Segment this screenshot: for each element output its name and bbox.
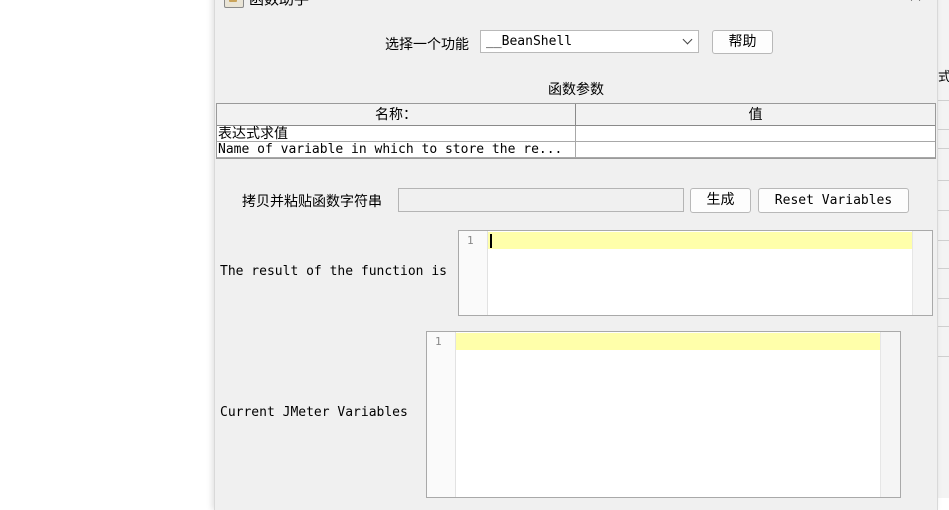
- reset-variables-button[interactable]: Reset Variables: [758, 188, 909, 213]
- line-number-gutter: 1: [427, 332, 456, 497]
- line-number: 1: [467, 234, 474, 247]
- current-line-highlight: [456, 333, 880, 350]
- current-line-highlight: [488, 232, 912, 249]
- line-number-gutter: 1: [459, 231, 488, 315]
- copy-string-label: 拷贝并粘贴函数字符串: [242, 194, 382, 210]
- vertical-scrollbar[interactable]: [880, 332, 900, 497]
- result-label: The result of the function is: [220, 264, 447, 279]
- dialog-title: 函数助手: [249, 0, 309, 9]
- line-number: 1: [435, 335, 442, 348]
- chevron-down-icon: [682, 34, 693, 45]
- text-caret: [490, 234, 492, 248]
- param-name-cell[interactable]: Name of variable in which to store the r…: [217, 142, 576, 158]
- divider: [937, 298, 949, 299]
- divider: [937, 180, 949, 181]
- background-window: [0, 0, 214, 498]
- variables-label: Current JMeter Variables: [220, 405, 408, 420]
- param-value-cell[interactable]: [576, 142, 935, 158]
- function-select-value: __BeanShell: [486, 34, 573, 49]
- param-name-cell[interactable]: 表达式求值: [217, 126, 576, 142]
- params-table: 名称： 值 表达式求值 Name of variable in which to…: [216, 103, 936, 159]
- divider: [937, 240, 949, 241]
- result-editor[interactable]: 1: [458, 230, 933, 316]
- function-select[interactable]: __BeanShell: [480, 30, 699, 53]
- function-string-field[interactable]: [398, 188, 684, 212]
- variables-editor[interactable]: 1: [426, 331, 901, 498]
- column-header-name[interactable]: 名称：: [217, 104, 576, 126]
- divider: [937, 268, 949, 269]
- divider: [937, 356, 949, 357]
- param-value-cell[interactable]: [576, 126, 935, 142]
- divider: [937, 210, 949, 211]
- generate-button[interactable]: 生成: [690, 188, 751, 213]
- params-section-title: 函数参数: [548, 82, 604, 98]
- java-app-icon: [224, 0, 244, 8]
- function-helper-dialog: 函数助手 ✕ 选择一个功能 __BeanShell 帮助 函数参数 名称： 值 …: [214, 0, 938, 510]
- divider: [937, 148, 949, 149]
- divider: [937, 326, 949, 327]
- function-select-label: 选择一个功能: [385, 37, 469, 53]
- vertical-scrollbar[interactable]: [912, 231, 932, 315]
- help-button[interactable]: 帮助: [712, 30, 773, 54]
- divider: [937, 100, 949, 101]
- title-bar[interactable]: 函数助手 ✕: [215, 0, 937, 20]
- divider: [937, 129, 949, 130]
- background-text-fragment: 式: [938, 66, 949, 85]
- close-icon[interactable]: ✕: [908, 0, 923, 7]
- column-header-value[interactable]: 值: [576, 104, 935, 126]
